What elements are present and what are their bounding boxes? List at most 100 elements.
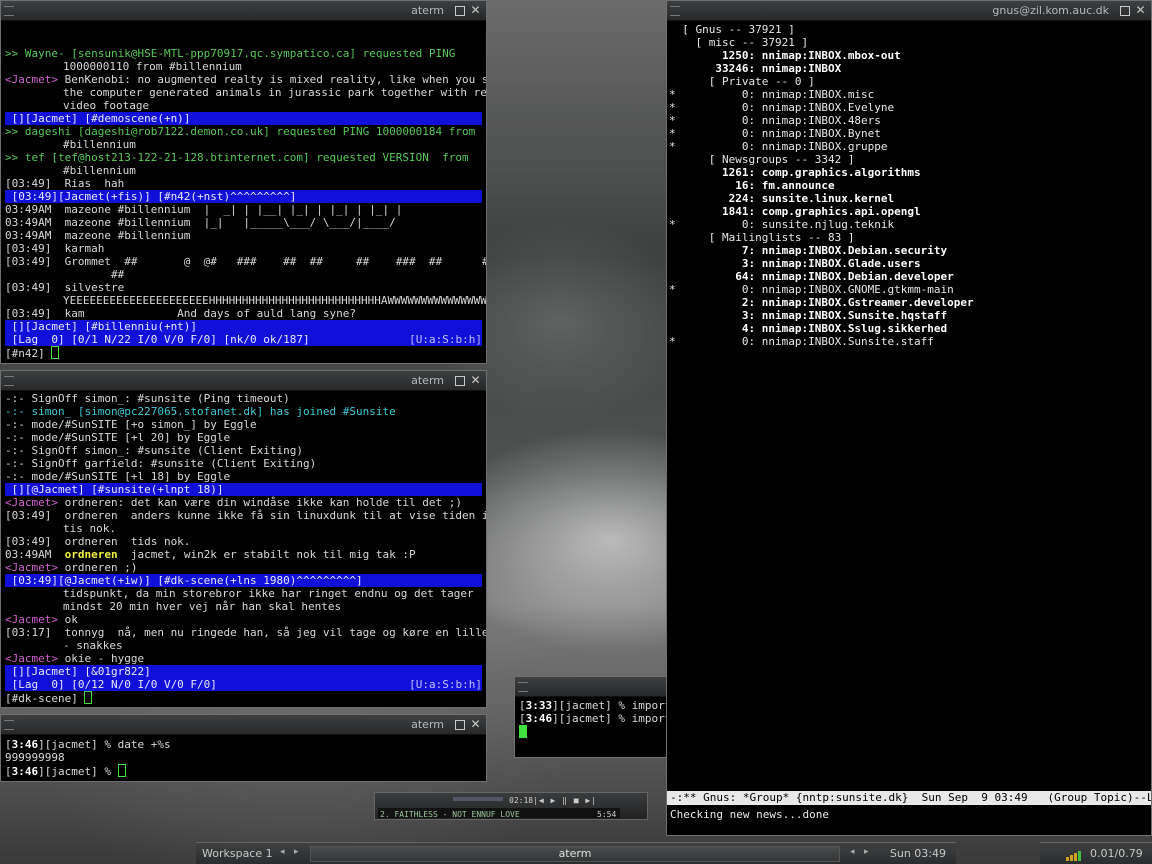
- group-line[interactable]: [ Gnus -- 37921 ]: [669, 23, 1147, 36]
- window-grip-icon: [518, 682, 528, 692]
- irc-output: -:- SignOff simon_: #sunsite (Ping timeo…: [1, 391, 486, 706]
- close-icon[interactable]: ✕: [469, 718, 482, 731]
- prompt-bracket: ][: [38, 738, 52, 751]
- group-line[interactable]: * 0: nnimap:INBOX.48ers: [669, 114, 1147, 127]
- group-text: 0: nnimap:INBOX.Bynet: [682, 127, 881, 140]
- group-line[interactable]: [ Newsgroups -- 3342 ]: [669, 153, 1147, 166]
- group-line[interactable]: 64: nnimap:INBOX.Debian.developer: [669, 270, 1147, 283]
- chat-line: -:- mode/#SunSITE [+o simon_] by Eggle: [5, 418, 257, 431]
- gnus-modeline: -:** Gnus: *Group* {nntp:sunsite.dk} Sun…: [667, 791, 1151, 805]
- unread-marker: [669, 309, 682, 322]
- group-line[interactable]: [ Mailinglists -- 83 ]: [669, 231, 1147, 244]
- chat-line: 03:49AM mazeone #billennium: [5, 229, 191, 242]
- status-text: [][Jacmet] [#billenniu(+nt)]: [5, 320, 198, 333]
- song-title: 2. FAITHLESS - NOT ENNUF LOVE: [378, 808, 620, 819]
- irc-window-middle[interactable]: aterm ✕ -:- SignOff simon_: #sunsite (Pi…: [0, 370, 487, 708]
- maximize-icon[interactable]: [453, 374, 466, 387]
- track-time: 02:18: [509, 796, 534, 805]
- unread-marker: [669, 257, 682, 270]
- group-line[interactable]: * 0: nnimap:INBOX.GNOME.gtkmm-main: [669, 283, 1147, 296]
- irc-window-top[interactable]: aterm ✕ >> Wayne- [sensunik@HSE-MTL-ppp7…: [0, 0, 487, 364]
- window-titlebar[interactable]: aterm ✕: [1, 371, 486, 391]
- clock: Sun 03:49: [889, 847, 946, 860]
- chat-line: <Jacmet> ok: [5, 613, 482, 626]
- unread-marker: [669, 244, 682, 257]
- close-icon[interactable]: ✕: [1134, 4, 1147, 17]
- group-line[interactable]: 3: nnimap:INBOX.Sunsite.hqstaff: [669, 309, 1147, 322]
- group-text: 0: nnimap:INBOX.GNOME.gtkmm-main: [682, 283, 954, 296]
- group-text: 0: nnimap:INBOX.Evelyne: [682, 101, 895, 114]
- group-line[interactable]: 33246: nnimap:INBOX: [669, 62, 1147, 75]
- group-line[interactable]: 16: fm.announce: [669, 179, 1147, 192]
- group-line[interactable]: * 0: nnimap:INBOX.gruppe: [669, 140, 1147, 153]
- window-titlebar[interactable]: aterm ✕: [1, 1, 486, 21]
- workspace-next-icon[interactable]: ▸: [294, 846, 299, 859]
- group-line[interactable]: 7: nnimap:INBOX.Debian.security: [669, 244, 1147, 257]
- input-line[interactable]: [#n42]: [5, 346, 482, 360]
- playback-controls[interactable]: |◀ ▶ ‖ ■ ▶|: [533, 794, 597, 807]
- gnus-echo-area: Checking new news...done: [670, 808, 829, 821]
- status-mode: [U:a:S:b:h]: [409, 333, 482, 346]
- gnus-group-buffer[interactable]: [ Gnus -- 37921 ] [ misc -- 37921 ] 1250…: [667, 21, 1151, 350]
- workspace-prev-icon[interactable]: ◂: [280, 846, 285, 859]
- message-text: ok: [57, 613, 78, 626]
- maximize-icon[interactable]: [453, 4, 466, 17]
- gnus-window[interactable]: gnus@zil.kom.auc.dk ✕ [ Gnus -- 37921 ] …: [666, 0, 1152, 836]
- group-line[interactable]: 1841: comp.graphics.api.opengl: [669, 205, 1147, 218]
- window-grip-icon: [4, 6, 14, 16]
- load-graph: [1046, 846, 1081, 861]
- task-prev-icon[interactable]: ◂: [850, 846, 855, 859]
- nick: <Jacmet>: [5, 73, 58, 86]
- group-line[interactable]: 224: sunsite.linux.kernel: [669, 192, 1147, 205]
- group-line[interactable]: * 0: nnimap:INBOX.Evelyne: [669, 101, 1147, 114]
- nick: <Jacmet>: [5, 652, 58, 665]
- status-text: [][@Jacmet] [#sunsite(+lnpt 18)]: [5, 483, 224, 496]
- workspace-label[interactable]: Workspace 1: [202, 847, 273, 860]
- chat-line: -:- SignOff simon_: #sunsite (Ping timeo…: [5, 392, 290, 405]
- prompt-time: 3:46: [11, 738, 39, 751]
- group-line[interactable]: [ misc -- 37921 ]: [669, 36, 1147, 49]
- unread-marker: [669, 231, 682, 244]
- group-line[interactable]: 1261: comp.graphics.algorithms: [669, 166, 1147, 179]
- group-line[interactable]: * 0: sunsite.njlug.teknik: [669, 218, 1147, 231]
- group-line[interactable]: 4: nnimap:INBOX.Sslug.sikkerhed: [669, 322, 1147, 335]
- group-line[interactable]: 2: nnimap:INBOX.Gstreamer.developer: [669, 296, 1147, 309]
- task-next-icon[interactable]: ▸: [864, 846, 869, 859]
- prompt-bracket: ]: [91, 738, 98, 751]
- maximize-icon[interactable]: [453, 718, 466, 731]
- chat-line: [03:49] Grommet ## @ @# ### ## ## ## ###…: [5, 255, 487, 268]
- group-line[interactable]: * 0: nnimap:INBOX.Bynet: [669, 127, 1147, 140]
- group-text: 0: nnimap:INBOX.Sunsite.staff: [682, 335, 934, 348]
- prompt-bracket: ]: [605, 699, 612, 712]
- status-mode: [U:a:S:b:h]: [409, 678, 482, 691]
- chat-line: -:- mode/#SunSITE [+l 18] by Eggle: [5, 470, 231, 483]
- window-titlebar[interactable]: gnus@zil.kom.auc.dk ✕: [667, 1, 1151, 21]
- maximize-icon[interactable]: [1118, 4, 1131, 17]
- group-line[interactable]: * 0: nnimap:INBOX.misc: [669, 88, 1147, 101]
- group-text: [ Newsgroups -- 3342 ]: [682, 153, 855, 166]
- group-line[interactable]: * 0: nnimap:INBOX.Sunsite.staff: [669, 335, 1147, 348]
- message-text: BenKenobi: no augmented realty is mixed …: [57, 73, 487, 86]
- close-icon[interactable]: ✕: [469, 4, 482, 17]
- group-line[interactable]: [ Private -- 0 ]: [669, 75, 1147, 88]
- shell-window-small[interactable]: aterm ✕ [3:46][jacmet] % date +%s 9999999…: [0, 714, 487, 782]
- status-text: [Lag 0] [0/1 N/22 I/0 V/0 F/0] [nk/0 ok/…: [5, 333, 310, 346]
- group-text: 0: nnimap:INBOX.misc: [682, 88, 875, 101]
- input-line[interactable]: [#dk-scene]: [5, 691, 482, 705]
- seek-bar[interactable]: [453, 797, 503, 801]
- xmms-player[interactable]: 02:18 |◀ ▶ ‖ ■ ▶| 2. FAITHLESS - NOT ENN…: [374, 792, 648, 820]
- unread-marker: [669, 192, 682, 205]
- group-line[interactable]: 1250: nnimap:INBOX.mbox-out: [669, 49, 1147, 62]
- close-icon[interactable]: ✕: [469, 374, 482, 387]
- window-title: aterm: [411, 374, 444, 387]
- text-cursor: [117, 764, 126, 777]
- group-text: [ Private -- 0 ]: [682, 75, 815, 88]
- window-titlebar[interactable]: aterm ✕: [1, 715, 486, 735]
- shell-output[interactable]: [3:46][jacmet] % date +%s 999999998 [3:46]…: [1, 735, 486, 779]
- chat-line: -:- SignOff simon_: #sunsite (Client Exi…: [5, 444, 304, 457]
- task-button-aterm[interactable]: aterm: [310, 846, 840, 862]
- chat-line: <Jacmet> BenKenobi: no augmented realty …: [5, 73, 486, 86]
- unread-marker: *: [669, 283, 683, 296]
- group-line[interactable]: 3: nnimap:INBOX.Glade.users: [669, 257, 1147, 270]
- group-text: [ misc -- 37921 ]: [682, 36, 809, 49]
